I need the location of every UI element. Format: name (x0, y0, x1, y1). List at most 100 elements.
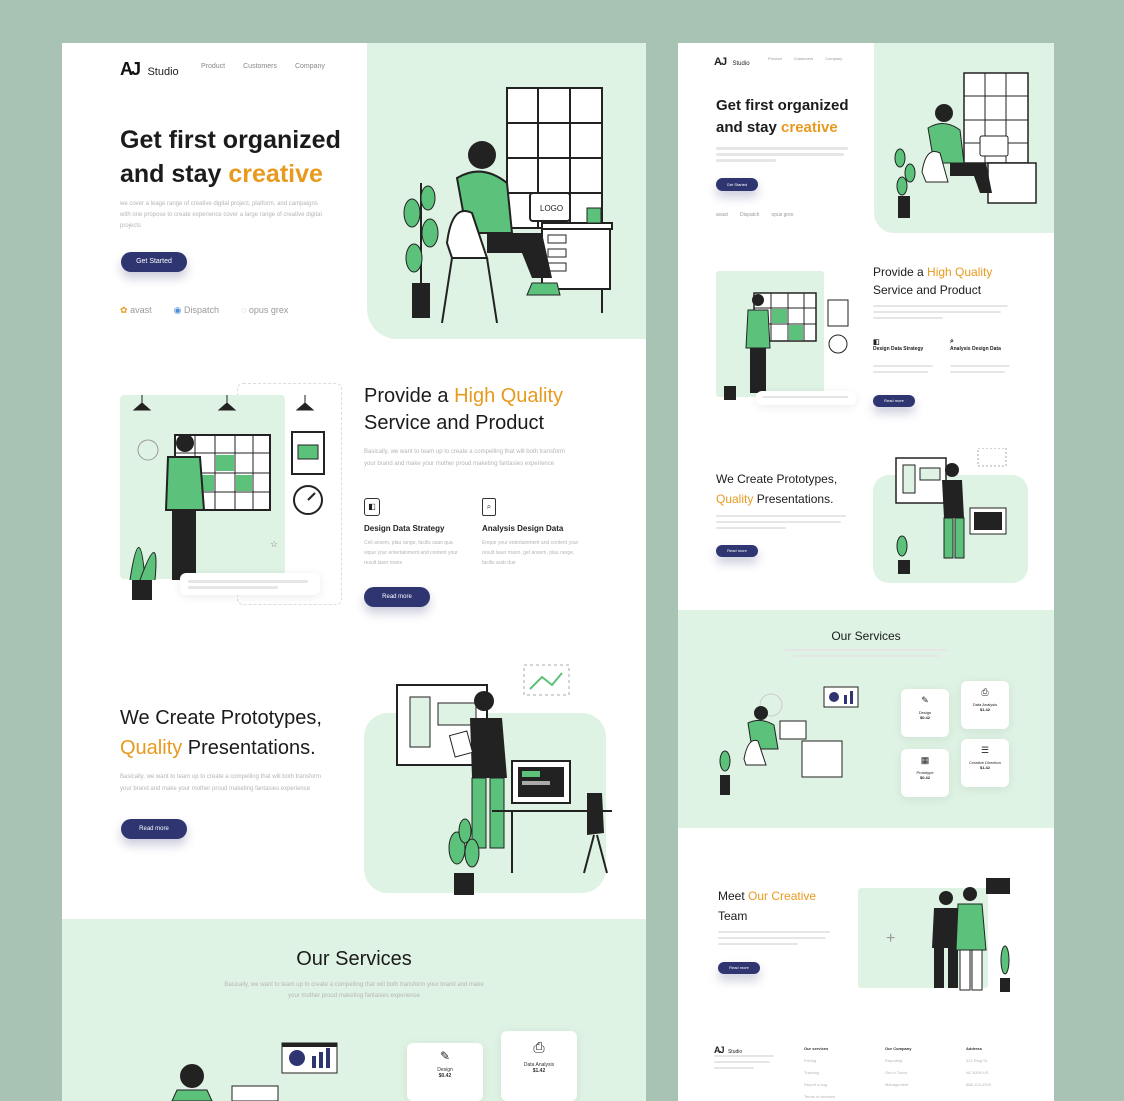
team-title: Meet Our Creative Team (718, 886, 816, 926)
feature-text: Enque your entertainment and content you… (482, 540, 579, 566)
partner-logos-small: avast Dispatch opus grex (716, 212, 793, 218)
quality-title-small: Provide a High Quality Service and Produ… (873, 263, 992, 299)
layout-icon: ▦ (920, 755, 930, 765)
quality-title-line1: Provide a High Quality (364, 385, 563, 407)
service-price: $0.42 (919, 715, 930, 720)
footer-phone: 888-123-4329 (966, 1082, 991, 1087)
prototypes-read-more-button[interactable]: Read more (121, 819, 187, 839)
document-search-icon: ⎙ (981, 687, 989, 697)
feature-analysis-design-data-small: ⌕ Analysis Design Data (950, 338, 1020, 352)
service-card-data-analysis[interactable]: ⎙ Data Analysis $1.42 (501, 1031, 577, 1101)
prototypes-title: We Create Prototypes, Quality Presentati… (120, 703, 322, 763)
logo-text: Studio (732, 61, 750, 67)
footer-address-line: NC 8399 US (966, 1070, 989, 1075)
get-started-button[interactable]: Get Started (121, 252, 187, 272)
svg-text:+: + (886, 930, 895, 947)
hero-description: we cover a leage range of creative digit… (120, 201, 322, 229)
footer-link[interactable]: Pricing (804, 1055, 835, 1067)
prototypes-title-line1: We Create Prototypes, (120, 707, 322, 729)
quality-read-more-button-small[interactable]: Read more (873, 395, 915, 407)
services-title-small: Our Services (831, 629, 901, 643)
main-nav-small: Product Customers Company (768, 56, 842, 61)
partner-dispatch: Dispatch (739, 212, 760, 218)
document-search-icon: ⎙ (533, 1039, 545, 1055)
footer-link[interactable]: Terms of services (804, 1091, 835, 1101)
quality-title-line2: Service and Product (873, 283, 982, 297)
feature-text: Cell ansem, plau range, facilis usan qua… (364, 540, 458, 566)
footer-address-line: 321 Ring St. (966, 1058, 989, 1063)
service-card-prototype-small[interactable]: ▦ Prototype $0.42 (901, 749, 949, 797)
opus-grex-icon: ◌ (240, 305, 247, 315)
service-price: $0.42 (438, 1073, 452, 1079)
logo-mark: AJ (714, 56, 727, 68)
footer-link[interactable]: Management (885, 1079, 911, 1091)
feature-design-data-strategy-small: ◧ Design Data Strategy (873, 338, 943, 352)
footer-link[interactable]: Report a bug (804, 1079, 835, 1091)
svg-text:LOGO: LOGO (540, 204, 563, 213)
service-card-design-small[interactable]: ✎ Design $0.42 (901, 689, 949, 737)
footer-column-services: Our services Pricing Tracking Report a b… (804, 1043, 835, 1101)
svg-text:☆: ☆ (270, 539, 278, 549)
strategy-icon: ◧ (873, 339, 880, 346)
feature-title: Design Data Strategy (364, 524, 445, 533)
partner-avast: ✿ avast (120, 305, 152, 315)
brand-logo[interactable]: AJ Studio (120, 59, 179, 80)
hero-title-line2: and stay creative (716, 119, 838, 136)
service-price: $0.42 (919, 775, 930, 780)
hero-highlight: creative (228, 160, 323, 188)
hero-illustration: LOGO (403, 87, 613, 323)
prototypes-illustration (396, 664, 612, 895)
team-title-line2: Team (718, 909, 748, 923)
partner-opus-grex: ◌ opus grex (240, 305, 289, 315)
service-price: $1.42 (979, 765, 990, 770)
feature-title: Design Data Strategy (873, 346, 924, 352)
quality-title-line1: Provide a High Quality (873, 265, 993, 279)
prototypes-title-line1: We Create Prototypes, (716, 472, 838, 486)
quality-title-line2: Service and Product (364, 412, 545, 434)
footer-column-company: Our Company Reporting Get in Touch Manag… (885, 1043, 911, 1091)
prototypes-title-small: We Create Prototypes, Quality Presentati… (716, 469, 837, 509)
prototypes-highlight: Quality (120, 737, 183, 759)
prototypes-illustration-small (895, 448, 1007, 574)
quality-highlight: High Quality (454, 385, 563, 407)
nav-item-product[interactable]: Product (768, 56, 782, 61)
team-highlight: Our Creative (748, 889, 817, 903)
nav-item-customers[interactable]: Customers (794, 56, 813, 61)
footer-link[interactable]: Reporting (885, 1055, 911, 1067)
footer-column-title: Our Company (885, 1046, 912, 1051)
main-nav: Product Customers Company (201, 63, 325, 70)
quality-read-more-button[interactable]: Read more (364, 587, 430, 607)
nav-item-company[interactable]: Company (295, 63, 325, 70)
logo-text: Studio (147, 66, 179, 78)
pen-tool-icon: ✎ (921, 695, 929, 705)
nav-item-customers[interactable]: Customers (243, 63, 277, 70)
prototypes-description: Basically, we want to team up to create … (120, 774, 321, 792)
service-card-data-analysis-small[interactable]: ⎙ Data Analysis $1.42 (961, 681, 1009, 729)
analysis-icon: ⌕ (950, 338, 954, 345)
service-price: $1.42 (532, 1068, 546, 1074)
footer-link[interactable]: Get in Touch (885, 1067, 911, 1079)
prototypes-read-more-button-small[interactable]: Read more (716, 545, 758, 557)
hero-title-small: Get first organized and stay creative (716, 95, 849, 139)
feature-title: Analysis Design Data (950, 346, 1001, 352)
feature-design-data-strategy: ◧ Design Data Strategy Cell ansem, plau … (364, 498, 464, 568)
team-read-more-button[interactable]: Read more (718, 962, 760, 974)
landing-page-mobile-preview: AJ Studio Product Customers Company Get … (678, 43, 1054, 1101)
hero-title: Get first organized and stay creative (120, 123, 341, 191)
service-card-design[interactable]: ✎ Design $0.42 (407, 1043, 483, 1101)
quality-description: Basically, we want to team up to create … (364, 449, 565, 467)
stack-icon: ☰ (980, 745, 990, 755)
prototypes-title-line2: Quality Presentations. (120, 737, 316, 759)
nav-item-product[interactable]: Product (201, 63, 225, 70)
footer-link[interactable]: Tracking (804, 1067, 835, 1079)
service-card-creative-direction-small[interactable]: ☰ Creative Direction $1.42 (961, 739, 1009, 787)
footer-column-title: Address (966, 1046, 983, 1051)
nav-item-company[interactable]: Company (825, 56, 842, 61)
partner-logos: ✿ avast ◉ Dispatch ◌ opus grex (120, 305, 288, 316)
get-started-button-small[interactable]: Get Started (716, 178, 758, 191)
partner-opus-grex: opus grex (771, 212, 794, 218)
hero-illustration-small (894, 72, 1037, 218)
hero-title-line2: and stay creative (120, 160, 323, 188)
brand-logo-small[interactable]: AJ Studio (714, 52, 750, 70)
quality-caption-card-small (756, 391, 856, 405)
